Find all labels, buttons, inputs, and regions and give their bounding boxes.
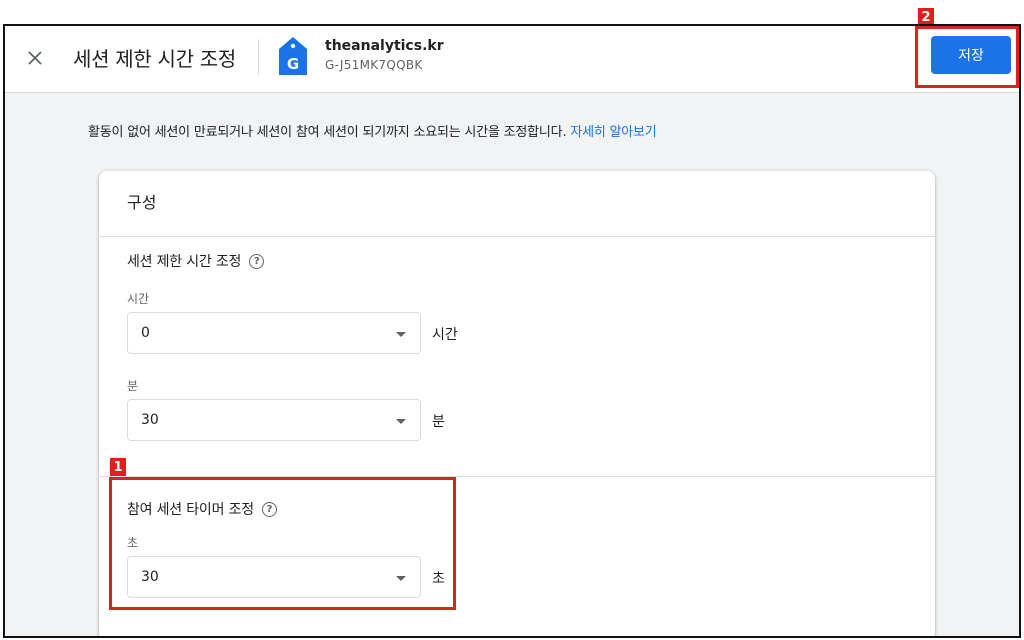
minutes-select[interactable]: 30 <box>127 399 421 441</box>
minutes-unit: 분 <box>432 414 445 430</box>
card-header: 구성 <box>99 171 935 237</box>
annotation-badge-1: 1 <box>110 458 126 476</box>
page-title: 세션 제한 시간 조정 <box>73 47 236 71</box>
hours-label: 시간 <box>127 292 150 306</box>
description-text: 활동이 없어 세션이 만료되거나 세션이 참여 세션이 되기까지 소요되는 시간… <box>88 125 571 140</box>
close-icon <box>28 51 42 65</box>
help-icon[interactable]: ? <box>249 253 265 269</box>
header-divider <box>258 39 259 75</box>
property-name: theanalytics.kr <box>325 38 444 54</box>
dropdown-caret-icon <box>396 419 406 424</box>
hours-unit: 시간 <box>432 327 458 343</box>
dropdown-caret-icon <box>396 332 406 337</box>
minutes-label: 분 <box>127 379 139 393</box>
property-id: G-J51MK7QQBK <box>325 58 423 72</box>
card-title: 구성 <box>127 193 157 212</box>
top-bar: 세션 제한 시간 조정 G theanalytics.kr G-J51MK7QQ… <box>5 26 1019 93</box>
learn-more-link[interactable]: 자세히 알아보기 <box>570 125 656 140</box>
svg-text:G: G <box>287 55 299 73</box>
analytics-tag-icon: G <box>279 37 307 75</box>
highlight-box-1 <box>109 477 456 610</box>
description: 활동이 없어 세션이 만료되거나 세션이 참여 세션이 되기까지 소요되는 시간… <box>88 121 657 140</box>
close-button[interactable] <box>23 46 47 70</box>
session-timeout-title: 세션 제한 시간 조정 ? <box>127 251 265 271</box>
highlight-box-2 <box>915 26 1019 88</box>
session-timeout-label: 세션 제한 시간 조정 <box>127 254 242 270</box>
hours-value: 0 <box>141 325 150 341</box>
hours-select[interactable]: 0 <box>127 312 421 354</box>
minutes-value: 30 <box>141 412 159 428</box>
